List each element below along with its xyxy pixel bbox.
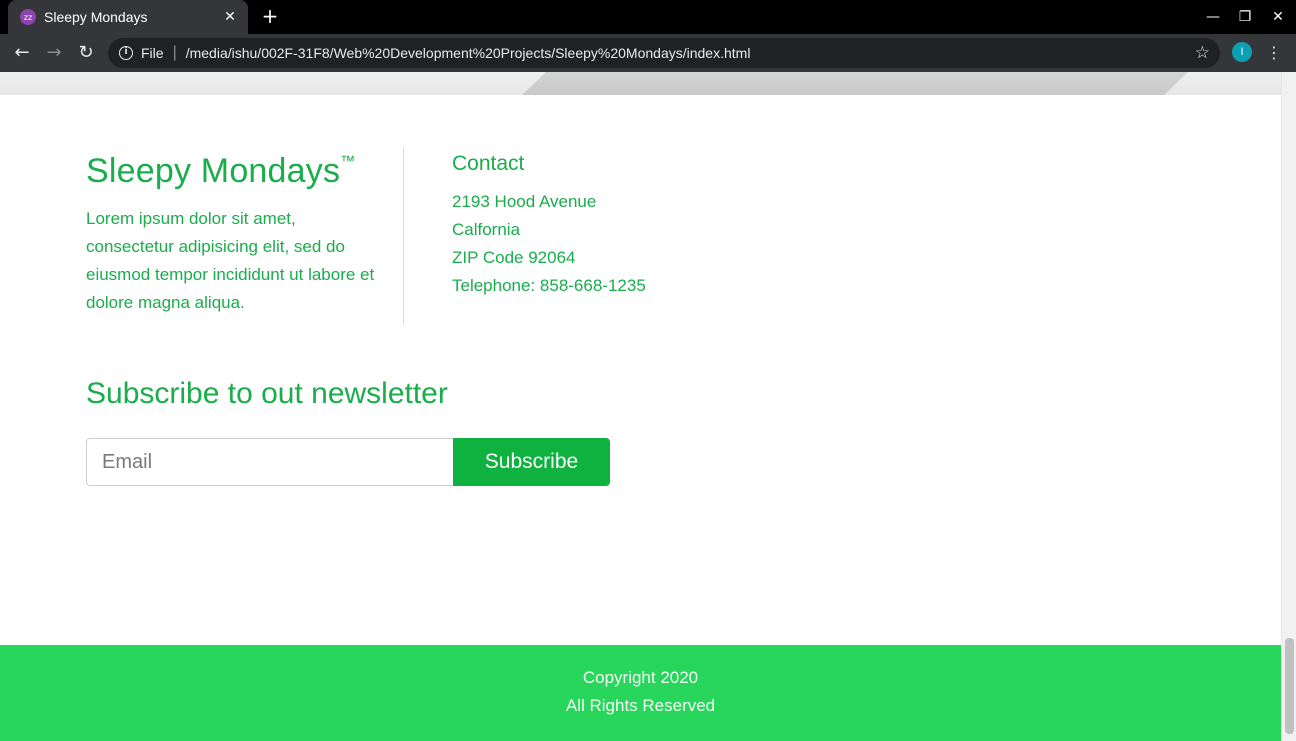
address-bar[interactable]: i File | /media/ishu/002F-31F8/Web%20Dev… [108, 38, 1220, 68]
browser-toolbar: ← → ↻ i File | /media/ishu/002F-31F8/Web… [0, 34, 1296, 72]
url-separator: | [172, 44, 177, 61]
back-arrow-icon[interactable]: ← [10, 41, 34, 65]
bookmark-star-icon[interactable]: ☆ [1195, 43, 1210, 63]
url-scheme-label: File [141, 45, 164, 61]
contact-column: Contact 2193 Hood Avenue Calfornia ZIP C… [452, 152, 752, 300]
minimize-button[interactable]: — [1201, 5, 1225, 29]
reload-icon[interactable]: ↻ [74, 41, 98, 65]
copyright-footer: Copyright 2020 All Rights Reserved [0, 645, 1281, 741]
subscribe-button[interactable]: Subscribe [453, 438, 610, 486]
footer-brand-title: Sleepy Mondays™ [86, 152, 386, 191]
close-window-button[interactable]: ✕ [1266, 5, 1290, 29]
profile-avatar[interactable]: I [1232, 42, 1252, 62]
browser-tab[interactable]: zz Sleepy Mondays ✕ [8, 0, 248, 34]
page-viewport: Sleepy Mondays™ Lorem ipsum dolor sit am… [0, 72, 1281, 741]
section-bottom-band [0, 72, 1281, 95]
scrollbar-thumb[interactable] [1285, 638, 1294, 734]
tab-title: Sleepy Mondays [44, 9, 148, 25]
decorative-trapezoid [522, 72, 1188, 95]
contact-heading: Contact [452, 152, 525, 175]
site-info-icon[interactable]: i [119, 46, 133, 60]
newsletter-heading: Subscribe to out newsletter [86, 377, 448, 410]
contact-state-line: Calfornia [452, 220, 521, 239]
browser-tabstrip: zz Sleepy Mondays ✕ + — ❐ ✕ [0, 0, 1296, 34]
email-input[interactable] [86, 438, 453, 486]
trademark-symbol: ™ [340, 153, 356, 170]
page-scrollbar[interactable] [1281, 72, 1296, 741]
contact-address-line: 2193 Hood Avenue [452, 192, 597, 211]
column-divider [403, 148, 404, 324]
brand-name: Sleepy Mondays [86, 152, 341, 190]
copyright-text: Copyright 2020 [582, 668, 699, 687]
contact-zip-line: ZIP Code 92064 [452, 248, 576, 267]
newsletter-form: Subscribe [86, 438, 610, 486]
sleep-favicon-icon: zz [20, 9, 36, 25]
contact-telephone-line: Telephone: 858-668-1235 [452, 276, 646, 295]
contact-list: 2193 Hood Avenue Calfornia ZIP Code 9206… [452, 188, 752, 300]
forward-arrow-icon[interactable]: → [42, 41, 66, 65]
footer-brand-description: Lorem ipsum dolor sit amet, consectetur … [86, 209, 375, 312]
tab-close-icon[interactable]: ✕ [222, 9, 238, 25]
rights-reserved-text: All Rights Reserved [565, 696, 716, 715]
footer-brand-column: Sleepy Mondays™ Lorem ipsum dolor sit am… [86, 152, 386, 317]
new-tab-button[interactable]: + [258, 5, 282, 29]
maximize-button[interactable]: ❐ [1233, 5, 1257, 29]
browser-menu-icon[interactable]: ⋮ [1264, 41, 1284, 65]
url-text[interactable]: /media/ishu/002F-31F8/Web%20Development%… [186, 45, 1195, 61]
